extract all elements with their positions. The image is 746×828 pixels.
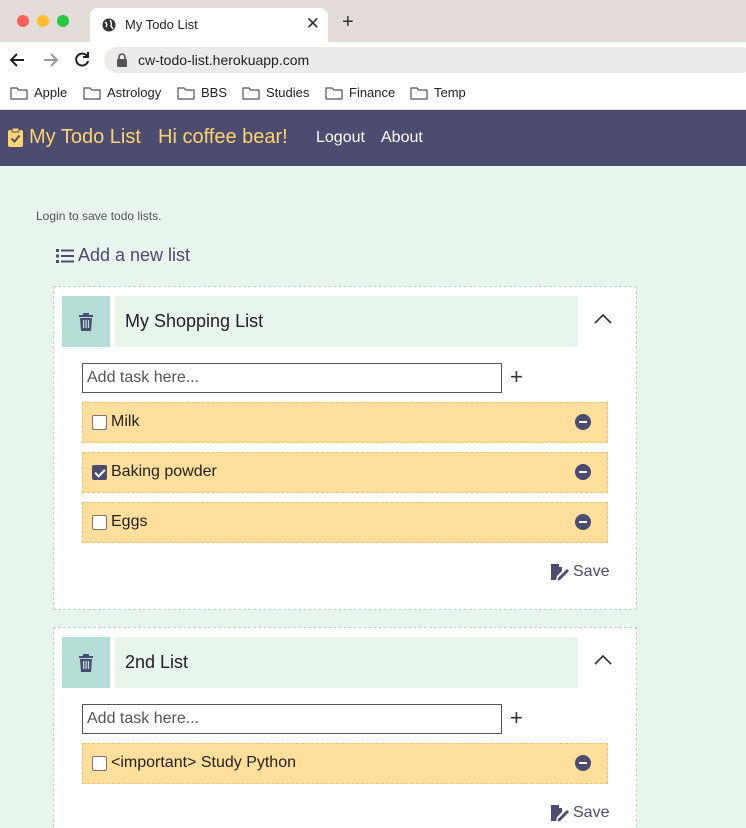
brand-title: My Todo List (29, 126, 141, 148)
bookmark-label: Astrology (107, 85, 162, 100)
folder-icon (177, 86, 195, 100)
brand-link[interactable]: My Todo List (8, 126, 141, 149)
save-button[interactable]: Save (551, 563, 609, 581)
task-item: Milk (82, 402, 608, 443)
task-checkbox[interactable] (92, 465, 107, 480)
task-item: Baking powder (82, 452, 608, 493)
add-list-button[interactable]: Add a new list (56, 245, 190, 266)
task-label: Baking powder (111, 463, 217, 480)
about-link[interactable]: About (381, 129, 423, 147)
bookmark-studies[interactable]: Studies (242, 85, 309, 100)
forward-icon[interactable] (40, 50, 60, 70)
chevron-up-icon[interactable] (594, 313, 612, 325)
remove-task-icon[interactable] (575, 514, 591, 530)
list-title-box[interactable]: My Shopping List (115, 296, 578, 347)
zoom-window-button[interactable] (57, 15, 69, 27)
save-label: Save (573, 804, 610, 821)
browser-tabbar: My Todo List ✕ + (0, 0, 746, 42)
reload-icon[interactable] (72, 50, 92, 70)
list-title: My Shopping List (125, 311, 264, 331)
clipboard-check-icon (8, 128, 23, 147)
folder-icon (83, 86, 101, 100)
list-icon (56, 248, 74, 263)
bookmarks-bar: Apple Astrology BBS Studies Finance Temp (0, 78, 746, 110)
save-button[interactable]: Save (551, 804, 609, 822)
delete-list-button[interactable] (62, 296, 110, 347)
minimize-window-button[interactable] (37, 15, 49, 27)
close-window-button[interactable] (17, 15, 29, 27)
bookmark-temp[interactable]: Temp (410, 85, 466, 100)
task-input[interactable] (82, 704, 502, 734)
bookmark-finance[interactable]: Finance (325, 85, 395, 100)
task-checkbox[interactable] (92, 415, 107, 430)
remove-task-icon[interactable] (575, 414, 591, 430)
remove-task-icon[interactable] (575, 755, 591, 771)
task-input[interactable] (82, 363, 502, 393)
tab-title: My Todo List (125, 17, 198, 32)
list-title-box[interactable]: 2nd List (115, 637, 578, 688)
todo-list-card: 2nd List + <important> Study Python Save (53, 627, 637, 828)
folder-icon (242, 86, 260, 100)
trash-icon (79, 312, 93, 331)
user-greeting: Hi coffee bear! (158, 126, 288, 148)
task-label: <important> Study Python (111, 754, 296, 771)
todo-list-card: My Shopping List + Milk Baking powder Eg… (53, 286, 637, 610)
login-note: Login to save todo lists. (36, 209, 162, 223)
save-label: Save (573, 563, 610, 580)
new-tab-button[interactable]: + (342, 12, 354, 32)
globe-icon (102, 18, 116, 32)
bookmark-label: Temp (434, 85, 466, 100)
save-edit-icon (551, 804, 569, 821)
chevron-up-icon[interactable] (594, 654, 612, 666)
folder-icon (325, 86, 343, 100)
site-navbar: My Todo List Hi coffee bear! Logout Abou… (0, 110, 746, 166)
back-icon[interactable] (8, 50, 28, 70)
list-title: 2nd List (125, 652, 189, 672)
bookmark-label: Finance (349, 85, 396, 100)
browser-tab[interactable]: My Todo List ✕ (90, 8, 328, 42)
tab-close-icon[interactable]: ✕ (306, 14, 320, 34)
save-edit-icon (551, 563, 569, 580)
add-list-label: Add a new list (78, 245, 191, 265)
task-checkbox[interactable] (92, 515, 107, 530)
bookmark-apple[interactable]: Apple (10, 85, 67, 100)
folder-icon (10, 86, 28, 100)
bookmark-label: Studies (266, 85, 310, 100)
task-item: <important> Study Python (82, 743, 608, 784)
task-label: Milk (111, 413, 140, 430)
url-text: cw-todo-list.herokuapp.com (138, 52, 310, 68)
bookmark-bbs[interactable]: BBS (177, 85, 227, 100)
lock-icon (117, 53, 127, 67)
task-item: Eggs (82, 502, 608, 543)
bookmark-label: BBS (201, 85, 228, 100)
remove-task-icon[interactable] (575, 464, 591, 480)
folder-icon (410, 86, 428, 100)
bookmark-astrology[interactable]: Astrology (83, 85, 161, 100)
browser-toolbar: cw-todo-list.herokuapp.com (0, 42, 746, 78)
address-bar[interactable]: cw-todo-list.herokuapp.com (104, 47, 746, 73)
task-label: Eggs (111, 513, 148, 530)
delete-list-button[interactable] (62, 637, 110, 688)
bookmark-label: Apple (34, 85, 68, 100)
task-checkbox[interactable] (92, 756, 107, 771)
logout-link[interactable]: Logout (316, 129, 365, 147)
add-task-button[interactable]: + (510, 366, 523, 388)
add-task-button[interactable]: + (510, 707, 523, 729)
trash-icon (79, 653, 93, 672)
